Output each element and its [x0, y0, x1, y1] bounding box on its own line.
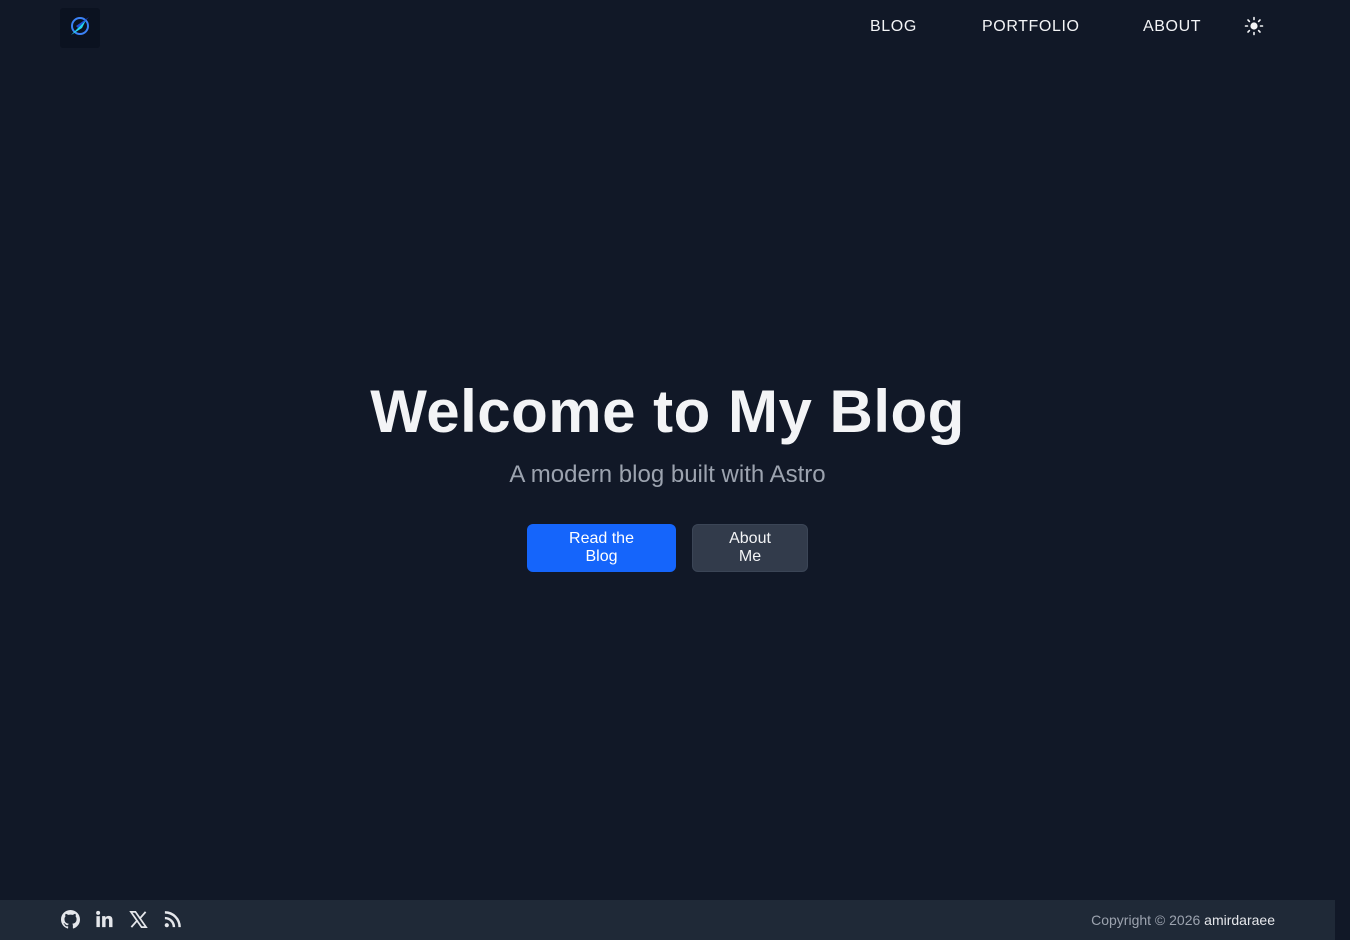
main-nav: BLOG PORTFOLIO ABOUT: [0, 0, 1350, 56]
page-edge: [1335, 0, 1350, 940]
site-footer: Copyright © 2026 amirdaraee: [0, 900, 1335, 940]
nav-link-portfolio[interactable]: PORTFOLIO: [982, 18, 1080, 36]
about-me-button[interactable]: About Me: [692, 524, 808, 572]
read-the-blog-button[interactable]: Read the Blog: [527, 524, 676, 572]
copyright-owner-link[interactable]: amirdaraee: [1204, 912, 1275, 928]
hero-subtitle: A modern blog built with Astro: [509, 461, 826, 488]
copyright-prefix: Copyright © 2026: [1091, 912, 1201, 928]
copyright-text: Copyright © 2026 amirdaraee: [1091, 912, 1275, 928]
linkedin-icon[interactable]: [94, 909, 114, 929]
x-icon[interactable]: [128, 909, 148, 929]
nav-link-about[interactable]: ABOUT: [1143, 18, 1201, 36]
social-links: [60, 909, 182, 929]
hero-section: Welcome to My Blog A modern blog built w…: [0, 370, 1335, 572]
theme-toggle-button[interactable]: [1243, 16, 1265, 41]
sun-icon: [1244, 16, 1264, 41]
site-header: BLOG PORTFOLIO ABOUT: [0, 0, 1350, 56]
nav-link-blog[interactable]: BLOG: [870, 18, 917, 36]
hero-title: Welcome to My Blog: [370, 378, 965, 445]
rss-icon[interactable]: [162, 909, 182, 929]
page: BLOG PORTFOLIO ABOUT Welcome to My Blog …: [0, 0, 1350, 940]
github-icon[interactable]: [60, 909, 80, 929]
hero-actions: Read the Blog About Me: [0, 524, 1335, 572]
